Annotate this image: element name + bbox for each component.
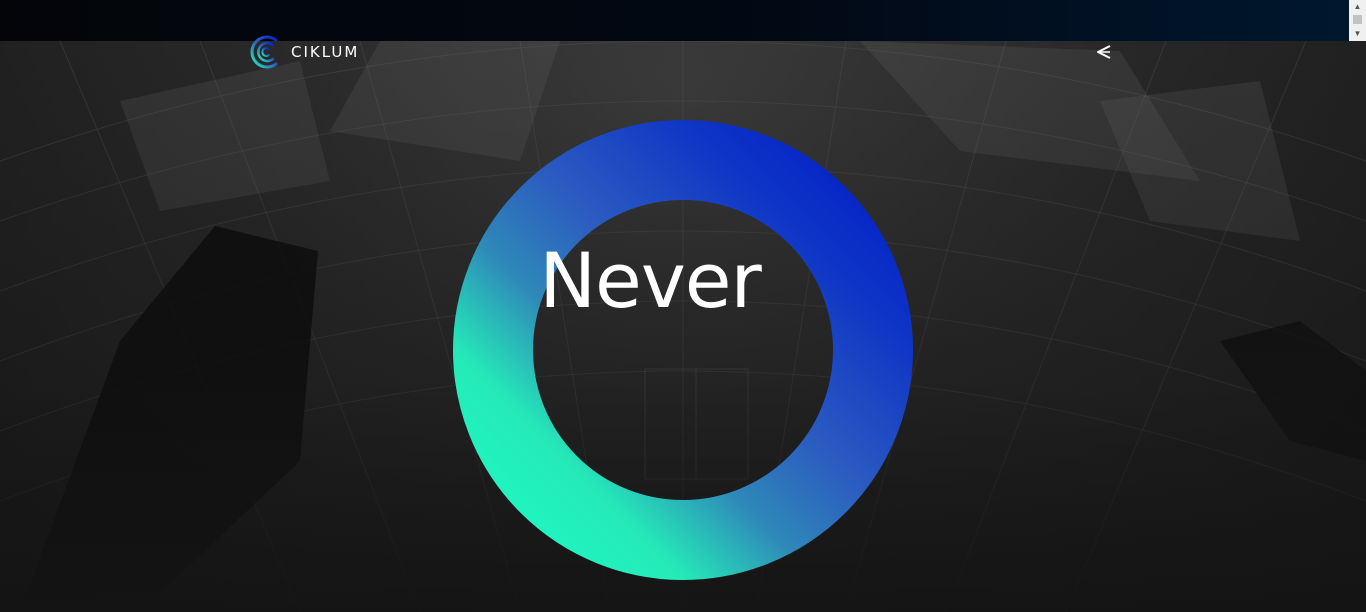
- scroll-down-arrow-icon[interactable]: ▼: [1349, 28, 1366, 40]
- share-button[interactable]: [1094, 42, 1114, 62]
- logo-text: CIKLUM: [291, 43, 360, 61]
- share-icon: [1097, 45, 1111, 59]
- ciklum-c-logo-icon: [250, 35, 278, 69]
- hero-word: Never: [539, 236, 762, 325]
- gradient-ring: [453, 120, 913, 580]
- scroll-up-arrow-icon[interactable]: ▲: [1349, 1, 1366, 13]
- ciklum-logo[interactable]: CIKLUM: [248, 34, 359, 70]
- top-bar: [0, 0, 1349, 41]
- scroll-thumb[interactable]: [1353, 15, 1362, 24]
- scrollbar[interactable]: ▲ ▼: [1349, 0, 1366, 41]
- page: ▲ ▼ CIKLUM Never: [0, 0, 1366, 612]
